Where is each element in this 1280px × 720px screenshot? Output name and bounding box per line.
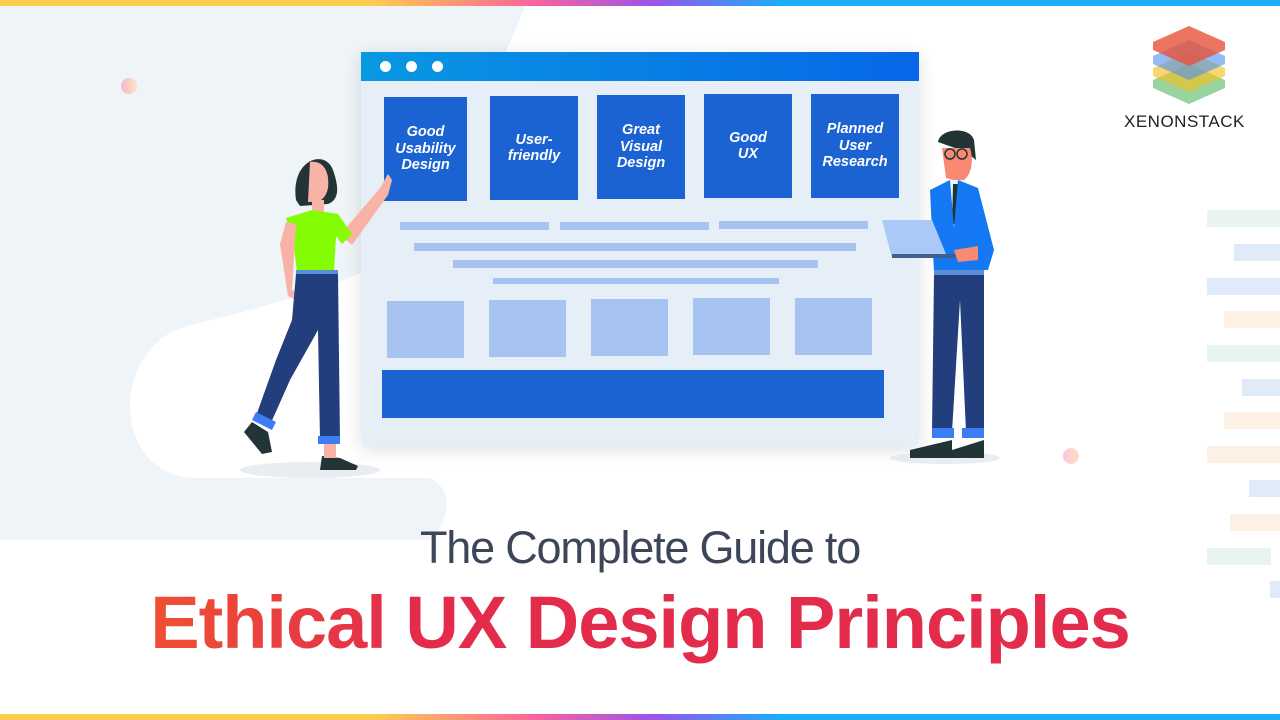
- placeholder-line: [493, 278, 779, 284]
- xenonstack-logo-icon: [1153, 26, 1225, 104]
- title-rest: UX Design Principles: [385, 581, 1130, 664]
- decorative-dot: [1063, 448, 1079, 464]
- placeholder-line: [414, 243, 856, 251]
- window-control-dot: [432, 61, 443, 72]
- placeholder-tile: [591, 299, 668, 356]
- placeholder-line: [560, 222, 709, 230]
- window-control-dot: [406, 61, 417, 72]
- window-control-dot: [380, 61, 391, 72]
- placeholder-tile: [693, 298, 770, 355]
- placeholder-line: [719, 221, 868, 229]
- decorative-dot: [121, 78, 137, 94]
- card-user-friendly: User-friendly: [490, 96, 578, 200]
- card-great-visual-design: Great Visual Design: [597, 95, 685, 199]
- card-good-ux: Good UX: [704, 94, 792, 198]
- page-title: Ethical UX Design Principles: [0, 580, 1280, 665]
- bottom-gradient-bar: [0, 714, 1280, 720]
- man-with-laptop-illustration: [882, 130, 1000, 464]
- window-titlebar: [361, 52, 919, 81]
- placeholder-banner: [382, 370, 884, 418]
- title-first-word: Ethical: [150, 581, 387, 664]
- placeholder-line: [400, 222, 549, 230]
- brand-name: XENONSTACK: [1124, 112, 1245, 131]
- browser-window-illustration: Good Usability Design User-friendly Great V…: [361, 52, 919, 446]
- woman-pointing-illustration: [240, 159, 392, 478]
- subtitle: The Complete Guide to: [419, 522, 861, 573]
- placeholder-tile: [489, 300, 566, 357]
- placeholder-tile: [795, 298, 872, 355]
- placeholder-line: [453, 260, 818, 268]
